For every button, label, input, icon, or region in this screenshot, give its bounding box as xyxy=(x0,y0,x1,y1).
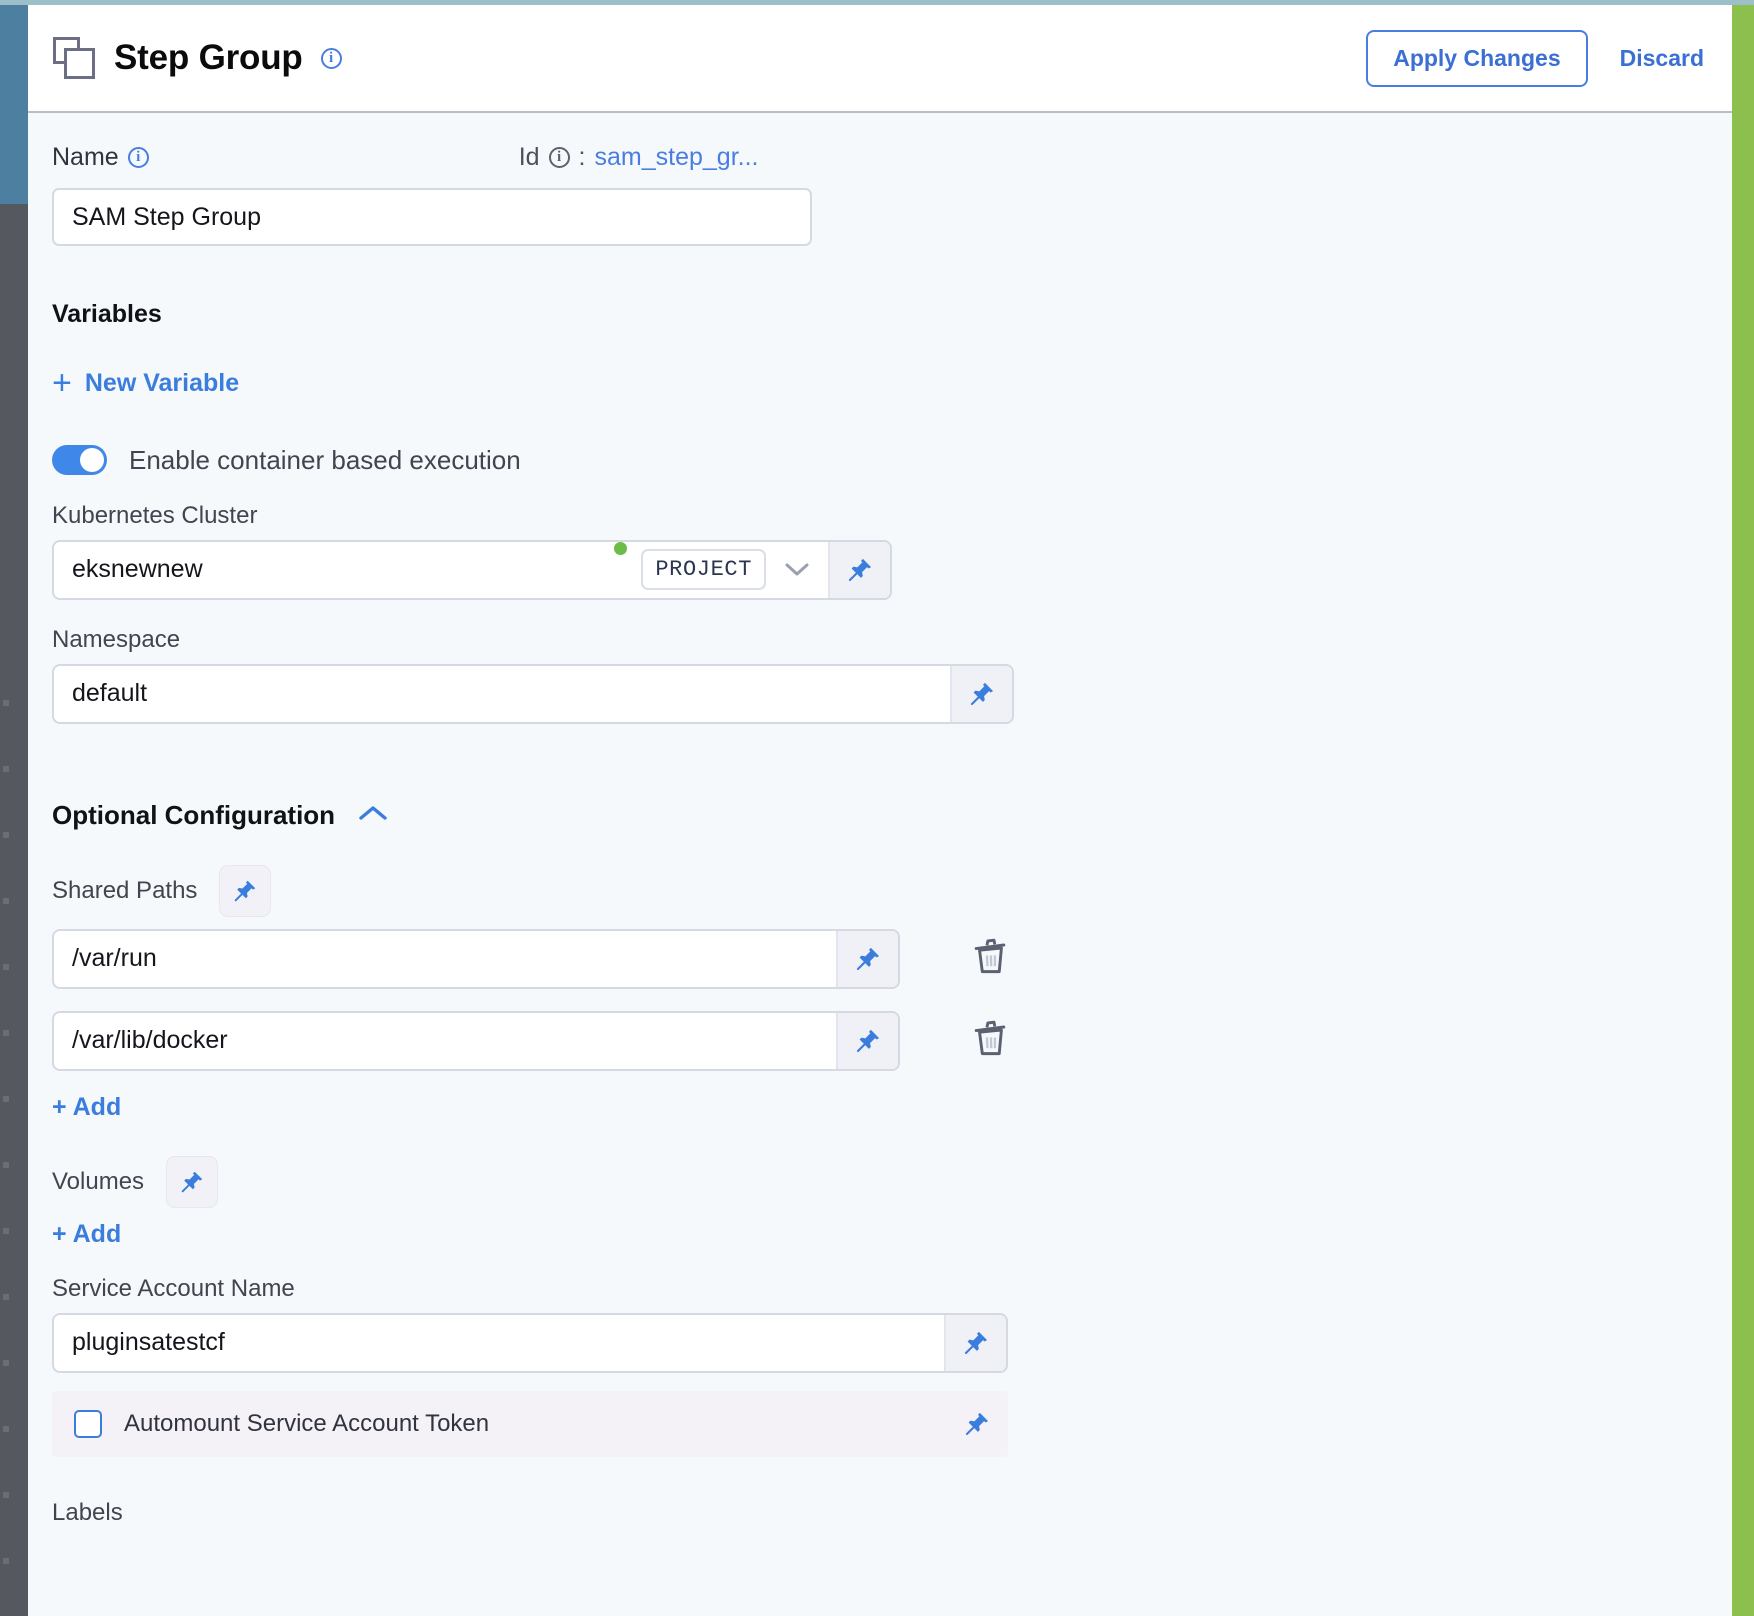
shared-paths-pin-icon[interactable] xyxy=(219,865,271,917)
connector-status-dot xyxy=(614,542,627,555)
id-label: Id xyxy=(519,143,540,172)
kubernetes-cluster-pin-icon[interactable] xyxy=(828,542,890,598)
trash-icon xyxy=(970,1017,1010,1064)
panel-header-left: Step Group i xyxy=(52,36,1366,80)
shared-path-field: /var/run xyxy=(52,929,900,989)
delete-shared-path-button[interactable] xyxy=(966,1013,1014,1068)
step-group-icon xyxy=(52,36,96,80)
add-shared-path-button[interactable]: + Add xyxy=(52,1093,121,1122)
shared-path-pin-icon[interactable] xyxy=(836,931,898,987)
automount-label: Automount Service Account Token xyxy=(124,1410,489,1438)
new-variable-label: New Variable xyxy=(85,369,239,398)
panel-header: Step Group i Apply Changes Discard xyxy=(28,5,1732,113)
new-variable-button[interactable]: + New Variable xyxy=(52,369,239,398)
shared-path-field: /var/lib/docker xyxy=(52,1011,900,1071)
panel-header-actions: Apply Changes Discard xyxy=(1366,30,1706,87)
volumes-label-row: Volumes xyxy=(52,1156,1706,1208)
service-account-name-pin-icon[interactable] xyxy=(944,1315,1006,1371)
add-volume-button[interactable]: + Add xyxy=(52,1220,121,1249)
service-account-name-input[interactable]: pluginsatestcf xyxy=(54,1315,944,1371)
shared-path-pin-icon[interactable] xyxy=(836,1013,898,1069)
new-variable-row: + New Variable xyxy=(52,369,1706,399)
id-info-icon[interactable]: i xyxy=(549,147,570,168)
name-info-icon[interactable]: i xyxy=(128,147,149,168)
discard-button[interactable]: Discard xyxy=(1618,41,1706,76)
container-execution-toggle-row: Enable container based execution xyxy=(52,445,1706,476)
id-separator: : xyxy=(579,143,586,172)
optional-configuration-title: Optional Configuration xyxy=(52,800,335,831)
plus-icon: + xyxy=(52,372,72,396)
shared-paths-label-row: Shared Paths xyxy=(52,865,1706,917)
automount-pin-icon[interactable] xyxy=(946,1410,1008,1438)
shared-path-row: /var/run xyxy=(52,929,1706,989)
namespace-input[interactable]: default xyxy=(54,666,950,722)
shared-paths-label: Shared Paths xyxy=(52,877,197,905)
app-right-strip xyxy=(1732,0,1754,1616)
shared-path-row: /var/lib/docker xyxy=(52,1011,1706,1071)
name-id-row: Name i Id i : sam_step_gr... xyxy=(52,143,1706,172)
title-info-icon[interactable]: i xyxy=(321,48,342,69)
name-label: Name i xyxy=(52,143,149,172)
kubernetes-cluster-input[interactable]: eksnewnew xyxy=(54,542,614,598)
enable-container-execution-label: Enable container based execution xyxy=(129,445,521,476)
delete-shared-path-button[interactable] xyxy=(966,931,1014,986)
labels-heading: Labels xyxy=(52,1499,1706,1527)
kubernetes-cluster-field: eksnewnew PROJECT xyxy=(52,540,892,600)
panel-body: Name i Id i : sam_step_gr... Variables +… xyxy=(28,113,1732,1614)
shared-path-input[interactable]: /var/run xyxy=(54,931,836,987)
namespace-field: default xyxy=(52,664,1014,724)
nav-rail-highlight xyxy=(0,4,28,204)
volumes-pin-icon[interactable] xyxy=(166,1156,218,1208)
kubernetes-cluster-label: Kubernetes Cluster xyxy=(52,502,1706,530)
id-value[interactable]: sam_step_gr... xyxy=(595,143,759,172)
page-title: Step Group xyxy=(114,38,303,78)
trash-icon xyxy=(970,935,1010,982)
apply-changes-button[interactable]: Apply Changes xyxy=(1366,30,1587,87)
name-input[interactable] xyxy=(52,188,812,246)
chevron-down-icon[interactable] xyxy=(766,542,828,598)
optional-configuration-header[interactable]: Optional Configuration xyxy=(52,800,1706,831)
volumes-add-row: + Add xyxy=(52,1220,1706,1249)
namespace-label: Namespace xyxy=(52,626,1706,654)
enable-container-execution-toggle[interactable] xyxy=(52,445,107,475)
variables-heading: Variables xyxy=(52,300,1706,329)
service-account-name-label: Service Account Name xyxy=(52,1275,1706,1303)
app-left-rail xyxy=(0,0,28,1616)
automount-inner: Automount Service Account Token xyxy=(52,1410,946,1438)
volumes-label: Volumes xyxy=(52,1168,144,1196)
nav-rail-markers xyxy=(0,700,28,1600)
automount-checkbox[interactable] xyxy=(74,1410,102,1438)
namespace-pin-icon[interactable] xyxy=(950,666,1012,722)
service-account-name-field: pluginsatestcf xyxy=(52,1313,1008,1373)
id-group: Id i : sam_step_gr... xyxy=(519,143,759,172)
scope-badge: PROJECT xyxy=(641,549,766,590)
chevron-up-icon[interactable] xyxy=(357,803,389,828)
automount-service-account-token-row: Automount Service Account Token xyxy=(52,1391,1008,1457)
shared-paths-add-row: + Add xyxy=(52,1093,1706,1122)
shared-path-input[interactable]: /var/lib/docker xyxy=(54,1013,836,1069)
step-group-panel: Step Group i Apply Changes Discard Name … xyxy=(28,5,1732,1616)
